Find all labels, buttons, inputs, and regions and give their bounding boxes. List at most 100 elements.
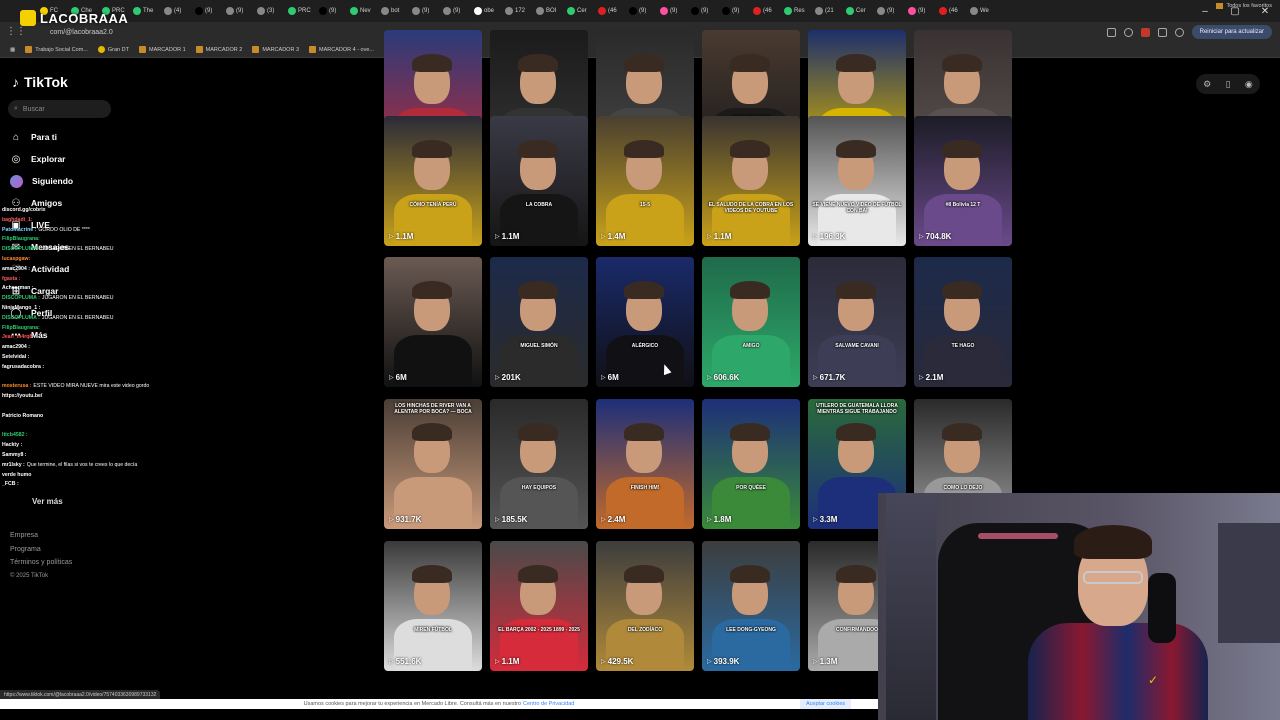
footer-link[interactable]: Empresa (10, 529, 72, 543)
browser-tab[interactable]: (9) (195, 2, 218, 20)
tab-favicon-icon (877, 7, 885, 15)
chat-username: DISCOPLUMA : (2, 246, 40, 253)
settings-icon[interactable]: ⚙ (1203, 79, 1211, 90)
browser-tab[interactable]: (9) (877, 2, 900, 20)
browser-tab[interactable]: PRC (288, 2, 311, 20)
browser-tab[interactable]: Res (784, 2, 807, 20)
browser-tab[interactable]: obe (474, 2, 497, 20)
video-card[interactable]: ▷ 6M (384, 257, 482, 387)
chat-message: DISCOPLUMA : JUGARON EN EL BERNABEU (2, 314, 152, 324)
video-card[interactable]: LA COBRA ▷ 1.1M (490, 116, 588, 246)
bookmark-item[interactable]: Gran DT (97, 46, 129, 53)
browser-tab[interactable]: (3) (257, 2, 280, 20)
video-card[interactable]: SALVAME CAVANI ▷ 671.7K (808, 257, 906, 387)
chat-message: Acheerman : (2, 284, 152, 294)
tab-favicon-icon (164, 7, 172, 15)
profile-icon[interactable] (1174, 27, 1184, 37)
person-hair (836, 423, 876, 441)
avatar-icon[interactable]: ◉ (1245, 79, 1253, 90)
extension-icon[interactable] (1140, 27, 1150, 37)
video-caption: LEE DONG-GYEONG (726, 627, 776, 633)
browser-tab[interactable]: 172 (505, 2, 528, 20)
browser-tab[interactable]: (9) (319, 2, 342, 20)
video-card[interactable]: MIGUEL SIMÓN ▷ 201K (490, 257, 588, 387)
browser-tab[interactable]: (9) (908, 2, 931, 20)
video-card[interactable]: POR QUÉEE ▷ 1.8M (702, 399, 800, 529)
stream-chat: discord.gg/cobrix baghdadi_1: Patomacrine … (2, 206, 152, 490)
browser-tab[interactable]: (9) (660, 2, 683, 20)
view-count: ▷ 393.9K (707, 657, 739, 666)
sidebar-item-para-ti[interactable]: ⌂ Para ti (10, 126, 120, 148)
bookmark-star-icon[interactable] (1123, 27, 1133, 37)
video-card[interactable]: FINISH HIM! ▷ 2.4M (596, 399, 694, 529)
view-count: ▷ 201K (495, 373, 521, 382)
video-card[interactable]: TE HAGO ▷ 2.1M (914, 257, 1012, 387)
video-card[interactable]: AMIGO ▷ 606.6K (702, 257, 800, 387)
extensions-puzzle-icon[interactable] (1157, 27, 1167, 37)
browser-tab[interactable]: The (133, 2, 156, 20)
apps-grid-icon[interactable]: ▦ (10, 47, 15, 53)
browser-tab[interactable]: (9) (412, 2, 435, 20)
bookmark-icon (25, 46, 33, 53)
browser-tab[interactable]: (46 (939, 2, 962, 20)
bookmark-item[interactable]: MARCADOR 2 (195, 46, 242, 53)
browser-tab[interactable]: (9) (722, 2, 745, 20)
browser-tab[interactable]: (46 (753, 2, 776, 20)
bookmark-item[interactable]: MARCADOR 1 (138, 46, 186, 53)
browser-tab[interactable]: We (970, 2, 993, 20)
tab-favicon-icon (226, 7, 234, 15)
accept-cookies-button[interactable]: Aceptar cookies (800, 699, 852, 709)
browser-tab[interactable]: (9) (443, 2, 466, 20)
video-card[interactable]: LEE DONG-GYEONG ▷ 393.9K (702, 541, 800, 671)
see-more-link[interactable]: Ver más (32, 497, 63, 506)
sidebar-item-siguiendo[interactable]: Siguiendo (10, 170, 120, 192)
person-hair (836, 140, 876, 158)
apps-icon[interactable]: ⋮⋮ (6, 25, 26, 39)
browser-tab[interactable]: BOI (536, 2, 559, 20)
view-count: ▷ 1.1M (495, 657, 519, 666)
video-card[interactable]: HAY EQUIPOS ▷ 185.5K (490, 399, 588, 529)
footer-link[interactable]: Programa (10, 543, 72, 557)
chat-text: JUGARON EN EL BERNABEU (41, 295, 114, 302)
url-text[interactable]: com/@lacobraaa2.0 (50, 29, 113, 36)
browser-tab[interactable]: (9) (691, 2, 714, 20)
browser-tab[interactable]: bot (381, 2, 404, 20)
chat-username: mr1lsky : (2, 461, 25, 468)
video-caption: ALÉRGICO (631, 343, 659, 349)
video-card[interactable]: LOS HINCHAS DE RIVER VAN A ALENTAR POR B… (384, 399, 482, 529)
search-input[interactable]: ⌕ Buscar (8, 100, 111, 118)
video-card[interactable]: EL BARÇA 2002 - 2025 1899 - 2025 ▷ 1.1M (490, 541, 588, 671)
browser-tab[interactable]: Nev (350, 2, 373, 20)
chat-message: discord.gg/cobrix (2, 206, 152, 216)
bookmark-item[interactable]: Trabajo Social Com... (25, 46, 88, 53)
browser-tab[interactable]: Cer (567, 2, 590, 20)
view-count: ▷ 1.1M (495, 232, 519, 241)
sidebar-item-explorar[interactable]: ◎ Explorar (10, 148, 120, 170)
person-hair (624, 565, 664, 583)
video-card[interactable]: ALÉRGICO ▷ 6M (596, 257, 694, 387)
bookmark-item[interactable]: MARCADOR 3 (252, 46, 299, 53)
browser-tab[interactable]: Cer (846, 2, 869, 20)
phone-icon[interactable]: ▯ (1226, 79, 1231, 90)
footer-link[interactable]: Términos y políticas (10, 556, 72, 570)
video-card[interactable]: CÓMO TENÍA PERÚ ▷ 1.1M (384, 116, 482, 246)
bookmark-item[interactable]: MARCADOR 4 - ove... (309, 46, 374, 53)
tiktok-logo[interactable]: ♪ TikTok (12, 74, 68, 90)
video-card[interactable]: 15-5 ▷ 1.4M (596, 116, 694, 246)
browser-tab[interactable]: (9) (226, 2, 249, 20)
privacy-link[interactable]: Centro de Privacidad (523, 701, 574, 707)
install-icon[interactable] (1106, 27, 1116, 37)
video-card[interactable]: #8 Bolivia 12 T ▷ 704.8K (914, 116, 1012, 246)
all-bookmarks[interactable]: Todos los favoritos (1216, 3, 1272, 9)
browser-tab[interactable]: (4) (164, 2, 187, 20)
video-caption: FINISH HIM! (630, 485, 660, 491)
update-button[interactable]: Reiniciar para actualizar (1191, 25, 1272, 39)
video-card[interactable]: EL SALUDO DE LA COBRA EN LOS VIDEOS DE Y… (702, 116, 800, 246)
video-card[interactable]: MIREN FÚTBOL ▷ 551.6K (384, 541, 482, 671)
browser-tab[interactable]: (46 (598, 2, 621, 20)
video-caption: COMO LO DEJO (943, 485, 983, 491)
browser-tab[interactable]: (9) (629, 2, 652, 20)
browser-tab[interactable]: (21 (815, 2, 838, 20)
video-card[interactable]: SE VIENE NUEVO VIDEO DE FÚTBOL CON BAI ▷ 1… (808, 116, 906, 246)
video-card[interactable]: DEL ZODÍACO ▷ 429.5K (596, 541, 694, 671)
